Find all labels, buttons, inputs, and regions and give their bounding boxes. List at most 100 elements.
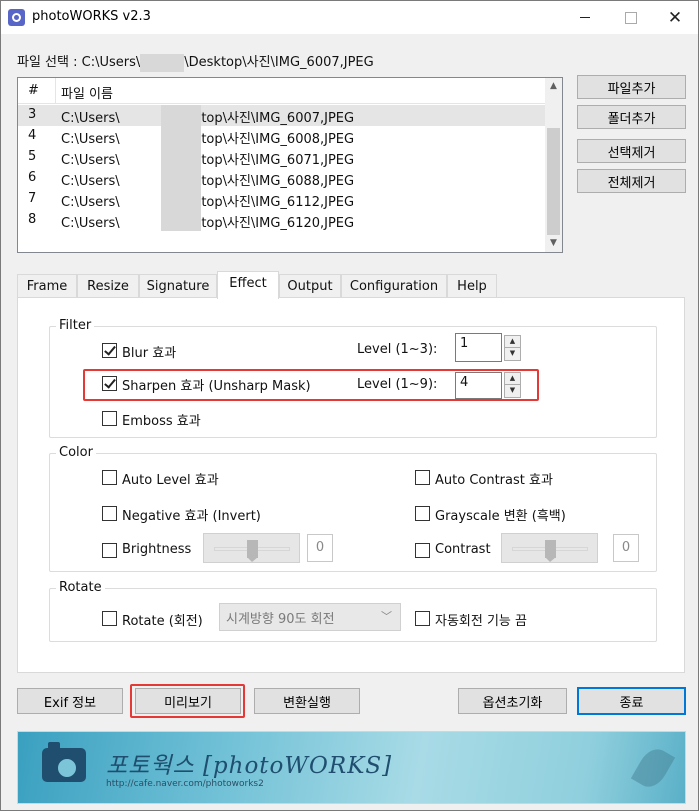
row-path: C:\Users\ \Desktop\사진\IMG_6071,JPEG: [61, 153, 355, 168]
add-folder-button[interactable]: 폴더추가: [577, 105, 686, 129]
brightness-label: Brightness: [122, 542, 192, 557]
brightness-slider[interactable]: [203, 533, 300, 563]
slider-thumb[interactable]: [545, 540, 556, 562]
row-path: C:\Users\ \Desktop\사진\IMG_6120,JPEG: [61, 216, 355, 231]
tab-output[interactable]: Output: [279, 274, 341, 298]
auto-rotate-off-label: 자동회전 기능 끔: [435, 614, 527, 629]
window-title: photoWORKS v2.3: [32, 9, 151, 24]
app-window: photoWORKS v2.3 ✕ 파일 선택 : C:\Users\ \Desk…: [0, 0, 699, 811]
auto-level-checkbox[interactable]: [102, 470, 117, 485]
file-select-label: 파일 선택 : C:\Users\: [17, 55, 141, 70]
redacted-username: [140, 53, 185, 72]
remove-all-button[interactable]: 전체제거: [577, 169, 686, 193]
file-list-scrollbar[interactable]: ▲ ▼: [545, 78, 562, 252]
negative-checkbox[interactable]: [102, 506, 117, 521]
tab-resize[interactable]: Resize: [77, 274, 139, 298]
list-item[interactable]: 3 C:\Users\ \Desktop\사진\IMG_6007,JPEG: [18, 105, 545, 126]
rotate-direction-select[interactable]: 시계방향 90도 회전 ﹀: [219, 603, 401, 631]
emboss-label: Emboss 효과: [122, 414, 201, 429]
blur-checkbox[interactable]: [102, 343, 117, 358]
row-path: C:\Users\ \Desktop\사진\IMG_6088,JPEG: [61, 174, 355, 189]
color-group-label: Color: [56, 445, 96, 460]
list-item[interactable]: 4 C:\Users\ \Desktop\사진\IMG_6008,JPEG: [18, 126, 545, 147]
title-bar: photoWORKS v2.3 ✕: [1, 1, 698, 34]
rotate-group-label: Rotate: [56, 580, 105, 595]
spin-down-icon[interactable]: ▼: [505, 348, 520, 360]
row-number: 5: [28, 149, 37, 164]
rotate-direction-value: 시계방향 90도 회전: [226, 612, 335, 627]
rotate-checkbox[interactable]: [102, 611, 117, 626]
redacted-username-column: [161, 105, 201, 231]
blur-level-spinner[interactable]: ▲ ▼: [504, 335, 521, 361]
tab-help[interactable]: Help: [447, 274, 497, 298]
file-select-path: \Desktop\사진\IMG_6007,JPEG: [184, 55, 374, 70]
list-item[interactable]: 6 C:\Users\ \Desktop\사진\IMG_6088,JPEG: [18, 168, 545, 189]
rotate-label: Rotate (회전): [122, 614, 203, 629]
sharpen-highlight: [83, 369, 539, 401]
auto-contrast-checkbox[interactable]: [415, 470, 430, 485]
app-logo-icon: [8, 9, 25, 26]
tab-effect[interactable]: Effect: [217, 271, 279, 299]
brightness-value: 0: [307, 534, 333, 562]
list-item[interactable]: 5 C:\Users\ \Desktop\사진\IMG_6071,JPEG: [18, 147, 545, 168]
contrast-slider[interactable]: [501, 533, 598, 563]
brightness-checkbox[interactable]: [102, 543, 117, 558]
contrast-checkbox[interactable]: [415, 543, 430, 558]
spin-up-icon[interactable]: ▲: [505, 336, 520, 348]
tab-frame[interactable]: Frame: [17, 274, 77, 298]
slider-thumb[interactable]: [247, 540, 258, 562]
close-icon: ✕: [667, 7, 683, 28]
emboss-checkbox[interactable]: [102, 411, 117, 426]
tab-configuration[interactable]: Configuration: [341, 274, 447, 298]
leaf-decoration-icon: [630, 743, 676, 793]
row-number: 4: [28, 128, 37, 143]
contrast-label: Contrast: [435, 542, 491, 557]
auto-rotate-off-checkbox[interactable]: [415, 611, 430, 626]
effect-tab-panel: Filter Blur 효과 Level (1~3): 1 ▲ ▼ Sharpe…: [17, 297, 685, 673]
exit-button[interactable]: 종료: [577, 687, 686, 715]
blur-level-label: Level (1~3):: [357, 342, 438, 357]
file-select-line: 파일 선택 : C:\Users\ \Desktop\사진\IMG_6007,JP…: [17, 51, 374, 72]
blur-label: Blur 효과: [122, 346, 177, 361]
row-number: 8: [28, 212, 37, 227]
list-item[interactable]: 8 C:\Users\ \Desktop\사진\IMG_6120,JPEG: [18, 210, 545, 231]
list-item[interactable]: 7 C:\Users\ \Desktop\사진\IMG_6112,JPEG: [18, 189, 545, 210]
cafe-url-link[interactable]: http://cafe.naver.com/photoworks2: [106, 779, 264, 789]
maximize-button[interactable]: [608, 1, 654, 34]
contrast-value: 0: [613, 534, 639, 562]
file-list-header: # 파일 이름: [18, 78, 545, 104]
convert-button[interactable]: 변환실행: [254, 688, 360, 714]
reset-options-button[interactable]: 옵션초기화: [458, 688, 567, 714]
row-path: C:\Users\ \Desktop\사진\IMG_6112,JPEG: [61, 195, 355, 210]
scroll-up-icon[interactable]: ▲: [545, 78, 562, 95]
tab-signature[interactable]: Signature: [139, 274, 217, 298]
negative-label: Negative 효과 (Invert): [122, 509, 261, 524]
exif-info-button[interactable]: Exif 정보: [17, 688, 123, 714]
chevron-down-icon: ﹀: [381, 610, 392, 623]
brand-text: 포토웍스 [photoWORKS]: [106, 753, 393, 779]
remove-selected-button[interactable]: 선택제거: [577, 139, 686, 163]
header-divider: [55, 78, 56, 104]
scroll-down-icon[interactable]: ▼: [545, 235, 562, 252]
scroll-thumb[interactable]: [547, 128, 560, 235]
add-file-button[interactable]: 파일추가: [577, 75, 686, 99]
grayscale-checkbox[interactable]: [415, 506, 430, 521]
grayscale-label: Grayscale 변환 (흑백): [435, 509, 566, 524]
preview-highlight: [130, 684, 245, 718]
auto-level-label: Auto Level 효과: [122, 473, 219, 488]
filter-group-label: Filter: [56, 318, 95, 333]
col-num-header: #: [28, 83, 39, 98]
auto-contrast-label: Auto Contrast 효과: [435, 473, 553, 488]
row-path: C:\Users\ \Desktop\사진\IMG_6008,JPEG: [61, 132, 355, 147]
row-number: 7: [28, 191, 37, 206]
blur-level-input[interactable]: 1: [455, 333, 502, 362]
close-button[interactable]: ✕: [652, 1, 698, 34]
brand-banner[interactable]: 포토웍스 [photoWORKS] http://cafe.naver.com/…: [17, 731, 686, 804]
camera-icon: [42, 742, 86, 782]
file-list[interactable]: # 파일 이름 3 C:\Users\ \Desktop\사진\IMG_6007,…: [17, 77, 563, 253]
col-name-header: 파일 이름: [61, 87, 113, 102]
row-number: 3: [28, 107, 37, 122]
row-number: 6: [28, 170, 37, 185]
row-path: C:\Users\ \Desktop\사진\IMG_6007,JPEG: [61, 111, 355, 126]
minimize-button[interactable]: [562, 1, 608, 34]
